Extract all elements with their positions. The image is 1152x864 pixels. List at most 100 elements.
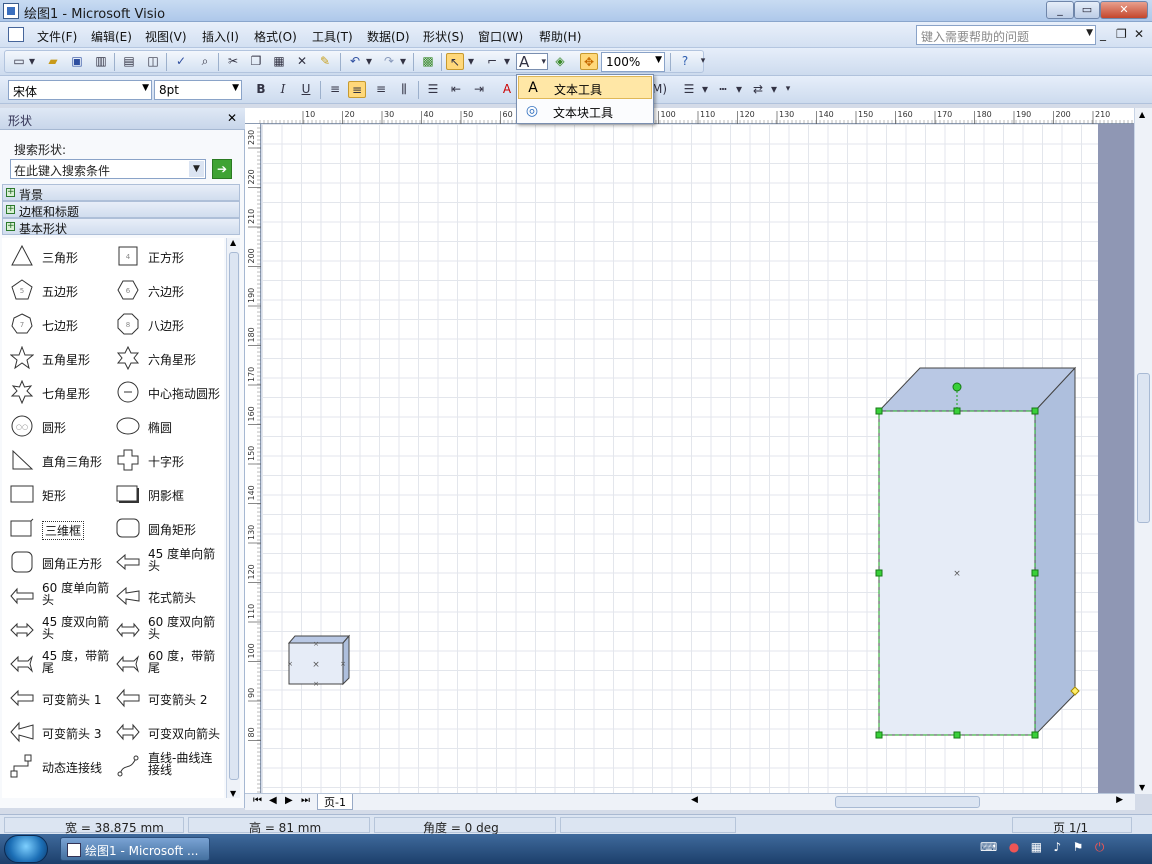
selection-handle[interactable] <box>1031 731 1039 739</box>
selection-handle[interactable] <box>875 407 883 415</box>
chevron-down-icon[interactable]: ▾ <box>466 53 476 70</box>
copy-icon[interactable]: ❐ <box>247 53 265 70</box>
chevron-down-icon[interactable]: ▾ <box>769 81 779 98</box>
shape-center-drag-circle[interactable]: 中心拖动圆形 <box>110 377 220 407</box>
keyboard-icon[interactable]: ⌨ <box>980 840 997 854</box>
line-weight-icon[interactable]: ☰ <box>680 81 698 98</box>
shape-60-tail-arrow[interactable]: 60 度，带箭尾 <box>110 649 220 679</box>
shape-60-double-arrow[interactable]: 60 度双向箭头 <box>110 615 220 645</box>
underline-icon[interactable]: U <box>297 81 315 98</box>
close-icon[interactable]: ✕ <box>227 111 237 125</box>
shape-cross[interactable]: 十字形 <box>110 445 220 475</box>
selection-handle[interactable] <box>1031 569 1039 577</box>
scroll-up-icon[interactable]: ▲ <box>230 238 236 247</box>
pan-zoom-icon[interactable]: ✥ <box>580 53 598 70</box>
taskbar-visio-button[interactable]: 绘图1 - Microsoft ... <box>60 837 210 861</box>
drawing-page[interactable]: × × × × × × <box>262 124 1098 794</box>
chevron-down-icon[interactable]: ▼ <box>1086 28 1093 38</box>
scrollbar-thumb[interactable] <box>835 796 980 808</box>
action-center-icon[interactable]: ⚑ <box>1073 840 1084 854</box>
shape-fancy-arrow[interactable]: 花式箭头 <box>110 581 220 611</box>
volume-icon[interactable]: ♪ <box>1054 840 1062 854</box>
text-tool-button[interactable]: A ▾ <box>516 53 548 71</box>
shape-rectangle[interactable]: 矩形 <box>4 479 114 509</box>
scroll-down-icon[interactable]: ▼ <box>1139 783 1145 792</box>
cut-icon[interactable]: ✂ <box>224 53 242 70</box>
shape-shadow-box[interactable]: 阴影框 <box>110 479 220 509</box>
scroll-left-icon[interactable]: ◀ <box>691 795 698 805</box>
align-left-icon[interactable]: ≡ <box>326 81 344 98</box>
align-center-icon[interactable]: ≡ <box>348 81 366 98</box>
research-icon[interactable]: ⌕ <box>196 53 214 70</box>
shapes-window-icon[interactable]: ▩ <box>419 53 437 70</box>
bullets-icon[interactable]: ☰ <box>424 81 442 98</box>
toolbar-options-icon[interactable]: ▾ <box>699 53 707 70</box>
help-search-input[interactable]: 键入需要帮助的问题 ▼ <box>916 25 1096 45</box>
delete-icon[interactable]: ✕ <box>293 53 311 70</box>
chevron-down-icon[interactable]: ▾ <box>27 53 37 70</box>
chevron-down-icon[interactable]: ▾ <box>398 53 408 70</box>
undo-icon[interactable]: ↶ <box>346 53 364 70</box>
doc-close-button[interactable]: ✕ <box>1134 27 1144 41</box>
shape-heptagon[interactable]: 7 七边形 <box>4 309 114 339</box>
pointer-tool-icon[interactable]: ↖ <box>446 53 464 70</box>
connector-tool-icon[interactable]: ⌐ <box>483 53 501 70</box>
menu-help[interactable]: 帮助(H) <box>539 28 581 45</box>
shape-right-triangle[interactable]: 直角三角形 <box>4 445 114 475</box>
next-page-icon[interactable]: ▶ <box>285 795 293 806</box>
dropdown-item-text-block-tool[interactable]: ◎ 文本块工具 <box>518 100 652 123</box>
rotation-handle[interactable] <box>952 382 962 392</box>
italic-icon[interactable]: I <box>274 81 292 98</box>
stencil-background[interactable]: + 背景 <box>2 184 240 202</box>
shapes-scrollbar[interactable]: ▲ ▼ <box>226 238 240 798</box>
font-color-icon[interactable]: A <box>498 81 516 98</box>
chevron-down-icon[interactable]: ▾ <box>364 53 374 70</box>
doc-minimize-button[interactable]: _ <box>1100 27 1106 41</box>
search-shapes-input[interactable]: 在此键入搜索条件 ▼ <box>10 159 206 179</box>
document-icon[interactable] <box>8 27 24 42</box>
shutdown-icon[interactable]: ⏻ <box>1095 840 1105 854</box>
line-pattern-icon[interactable]: ┅ <box>714 81 732 98</box>
shape-45-single-arrow[interactable]: 45 度单向箭头 <box>110 547 220 577</box>
chevron-down-icon[interactable]: ▾ <box>734 81 744 98</box>
font-select[interactable]: 宋体 ▼ <box>8 80 152 100</box>
menu-shape[interactable]: 形状(S) <box>423 28 464 45</box>
zoom-select[interactable]: 100% ▼ <box>601 52 665 72</box>
layer-icon[interactable]: ◈ <box>551 53 569 70</box>
canvas-horizontal-scrollbar[interactable]: ◀ ▶ <box>687 795 1127 808</box>
shape-variable-arrow-1[interactable]: 可变箭头 1 <box>4 683 114 713</box>
permission-icon[interactable]: ▥ <box>92 53 110 70</box>
save-icon[interactable]: ▣ <box>68 53 86 70</box>
selection-handle[interactable] <box>953 731 961 739</box>
scrollbar-thumb[interactable] <box>1137 373 1150 523</box>
toolbar-options-icon[interactable]: ▾ <box>784 81 792 98</box>
shape-ellipse[interactable]: 椭圆 <box>110 411 220 441</box>
align-distribute-icon[interactable]: ⫼ <box>395 81 413 98</box>
stencil-basic-shapes[interactable]: + 基本形状 <box>2 218 240 236</box>
font-size-select[interactable]: 8pt ▼ <box>154 80 242 100</box>
selection-handle[interactable] <box>1031 407 1039 415</box>
large-3d-box[interactable]: × <box>875 366 1080 739</box>
last-page-icon[interactable]: ⏭ <box>301 795 310 806</box>
menu-edit[interactable]: 编辑(E) <box>91 28 132 45</box>
line-ends-icon[interactable]: ⇄ <box>749 81 767 98</box>
close-button[interactable]: ✕ <box>1100 1 1148 19</box>
menu-file[interactable]: 文件(F) <box>37 28 77 45</box>
dropdown-item-text-tool[interactable]: A 文本工具 <box>518 76 652 99</box>
shape-variable-double-arrow[interactable]: 可变双向箭头 <box>110 717 220 747</box>
shape-3d-box[interactable]: 三维框 <box>4 513 114 543</box>
shape-triangle[interactable]: 三角形 <box>4 241 114 271</box>
selection-handle[interactable] <box>875 731 883 739</box>
shape-pentagon[interactable]: 5 五边形 <box>4 275 114 305</box>
scroll-right-icon[interactable]: ▶ <box>1116 795 1123 805</box>
redo-icon[interactable]: ↷ <box>380 53 398 70</box>
spelling-icon[interactable]: ✓ <box>172 53 190 70</box>
chevron-down-icon[interactable]: ▾ <box>502 53 512 70</box>
increase-indent-icon[interactable]: ⇥ <box>470 81 488 98</box>
page-tab-1[interactable]: 页-1 <box>317 794 353 810</box>
stencil-borders-titles[interactable]: + 边框和标题 <box>2 201 240 219</box>
align-right-icon[interactable]: ≡ <box>372 81 390 98</box>
menu-window[interactable]: 窗口(W) <box>478 28 523 45</box>
menu-view[interactable]: 视图(V) <box>145 28 187 45</box>
shape-5-point-star[interactable]: 五角星形 <box>4 343 114 373</box>
